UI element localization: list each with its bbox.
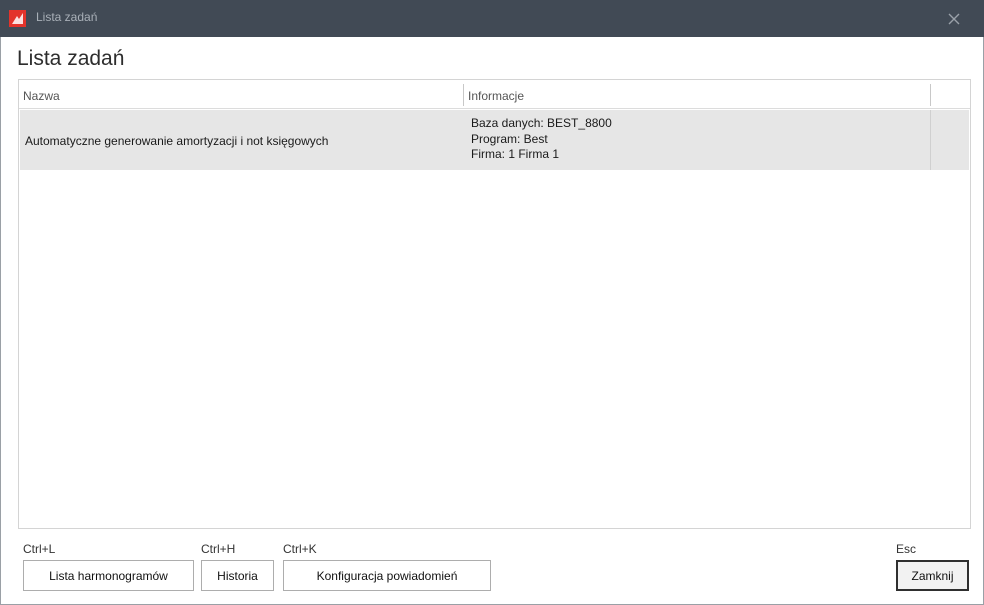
shortcut-hint-konfiguracja-powiadomien: Ctrl+K	[283, 542, 317, 556]
cell-nazwa: Automatyczne generowanie amortyzacji i n…	[25, 134, 329, 148]
grid-header: Nazwa Informacje	[19, 80, 970, 109]
shortcut-hint-lista-harmonogramow: Ctrl+L	[23, 542, 56, 556]
close-icon[interactable]	[946, 11, 962, 27]
historia-button[interactable]: Historia	[201, 560, 274, 591]
shortcut-hint-zamknij: Esc	[896, 542, 917, 556]
info-line-company: Firma: 1 Firma 1	[471, 147, 560, 161]
konfiguracja-powiadomien-button[interactable]: Konfiguracja powiadomień	[283, 560, 491, 591]
window-titlebar[interactable]: Lista zadań	[0, 0, 984, 37]
page-title: Lista zadań	[17, 47, 125, 70]
column-separator[interactable]	[930, 84, 931, 106]
column-header-nazwa[interactable]: Nazwa	[19, 80, 463, 108]
zamknij-button[interactable]: Zamknij	[896, 560, 969, 591]
row-column-separator	[930, 110, 931, 170]
window-body: Lista zadań Nazwa Informacje Automatyczn…	[0, 37, 984, 605]
info-line-database: Baza danych: BEST_8800	[471, 116, 612, 130]
table-row[interactable]: Automatyczne generowanie amortyzacji i n…	[20, 110, 969, 170]
window-title: Lista zadań	[36, 10, 98, 24]
app-logo-icon	[9, 10, 26, 27]
lista-harmonogramow-button[interactable]: Lista harmonogramów	[23, 560, 194, 591]
column-header-informacje[interactable]: Informacje	[464, 80, 931, 108]
cell-informacje: Baza danych: BEST_8800 Program: Best Fir…	[471, 116, 612, 163]
shortcut-hint-historia: Ctrl+H	[201, 542, 236, 556]
info-line-program: Program: Best	[471, 131, 548, 146]
task-list-grid[interactable]: Nazwa Informacje Automatyczne generowani…	[18, 79, 971, 529]
